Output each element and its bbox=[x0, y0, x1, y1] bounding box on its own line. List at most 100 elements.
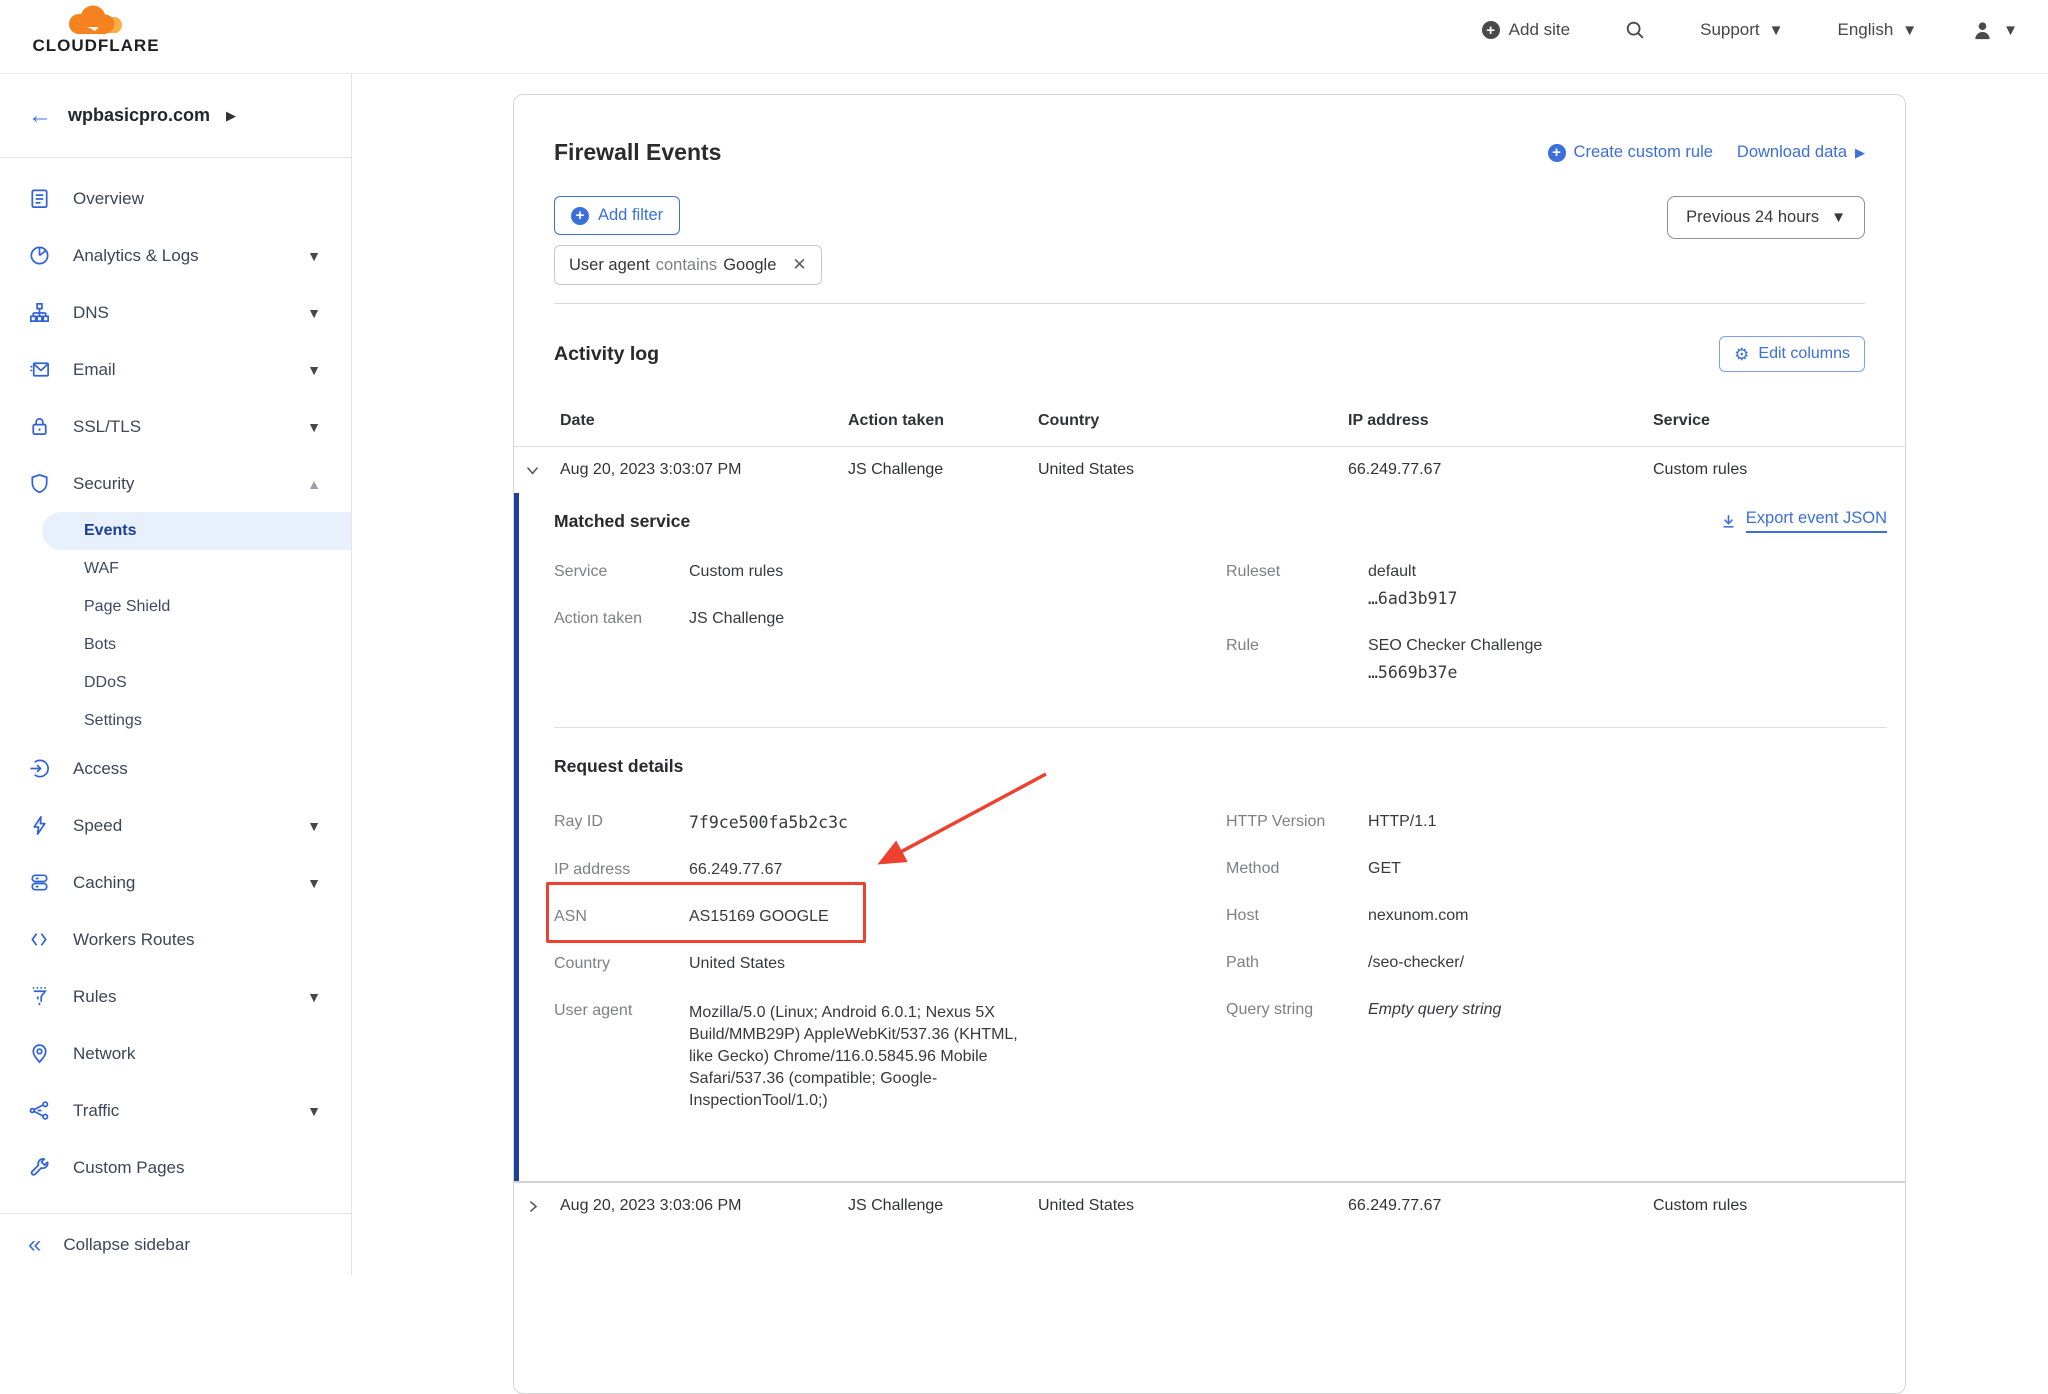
col-header-date: Date bbox=[560, 412, 595, 429]
host-field: Host nexunom.com bbox=[1226, 907, 1469, 924]
download-data-link[interactable]: Download data ▶ bbox=[1737, 143, 1865, 162]
table-row[interactable]: Aug 20, 2023 3:03:07 PM JS Challenge Uni… bbox=[514, 447, 1905, 493]
add-site-button[interactable]: + Add site bbox=[1481, 20, 1570, 40]
sidebar-item-dns[interactable]: DNS ▼ bbox=[0, 284, 351, 341]
chevron-right-icon[interactable] bbox=[524, 1198, 541, 1215]
sidebar-item-overview[interactable]: Overview bbox=[0, 170, 351, 227]
filter-value: Google bbox=[723, 255, 777, 274]
close-icon[interactable]: ✕ bbox=[792, 255, 806, 275]
sidebar-subitem-page-shield[interactable]: Page Shield bbox=[0, 588, 351, 626]
ray-id-field: Ray ID 7f9ce500fa5b2c3c bbox=[554, 813, 848, 832]
sidebar-subitem-waf[interactable]: WAF bbox=[0, 550, 351, 588]
sidebar-item-workers-routes[interactable]: Workers Routes bbox=[0, 911, 351, 968]
sidebar-item-rules[interactable]: Rules ▼ bbox=[0, 968, 351, 1025]
chevron-down-icon: ▼ bbox=[307, 817, 321, 834]
service-field: Service Custom rules bbox=[554, 563, 784, 580]
back-arrow-icon[interactable]: ← bbox=[28, 103, 52, 128]
cell-service: Custom rules bbox=[1653, 461, 1748, 478]
path-field: Path /seo-checker/ bbox=[1226, 954, 1465, 971]
cloudflare-logo[interactable]: CLOUDFLARE bbox=[20, 5, 172, 56]
triangle-right-icon: ▶ bbox=[1855, 144, 1865, 160]
funnel-icon bbox=[32, 987, 47, 1006]
cache-stack-icon bbox=[31, 874, 48, 891]
detail-divider bbox=[554, 727, 1887, 728]
domain-name: wpbasicpro.com bbox=[68, 105, 211, 125]
sidebar-item-caching[interactable]: Caching ▼ bbox=[0, 854, 351, 911]
pie-chart-icon bbox=[30, 246, 49, 265]
sidebar-subitem-settings[interactable]: Settings bbox=[0, 702, 351, 740]
chevron-up-icon: ▲ bbox=[307, 475, 321, 492]
col-header-service: Service bbox=[1653, 412, 1710, 429]
sidebar-nav: Overview Analytics & Logs ▼ DNS ▼ Email … bbox=[0, 158, 351, 1196]
method-field: Method GET bbox=[1226, 860, 1401, 877]
filter-chip[interactable]: User agent contains Google ✕ bbox=[554, 245, 822, 285]
sidebar-subitem-bots[interactable]: Bots bbox=[0, 626, 351, 664]
ruleset-id: …6ad3b917 bbox=[1368, 589, 1458, 608]
http-version-field: HTTP Version HTTP/1.1 bbox=[1226, 813, 1437, 830]
language-menu[interactable]: English ▼ bbox=[1838, 20, 1918, 40]
gear-icon: ⚙ bbox=[1734, 344, 1750, 364]
sidebar-item-speed[interactable]: Speed ▼ bbox=[0, 797, 351, 854]
plus-circle-icon: + bbox=[1547, 143, 1566, 162]
account-menu[interactable]: ▼ bbox=[1971, 19, 2018, 42]
sidebar-subitem-ddos[interactable]: DDoS bbox=[0, 664, 351, 702]
user-icon bbox=[1975, 21, 1990, 39]
query-string-field: Query string Empty query string bbox=[1226, 1001, 1502, 1018]
cell-ip: 66.249.77.67 bbox=[1348, 1197, 1442, 1215]
sidebar-item-ssl-tls[interactable]: SSL/TLS ▼ bbox=[0, 398, 351, 455]
col-header-action: Action taken bbox=[848, 412, 945, 429]
cell-date: Aug 20, 2023 3:03:07 PM bbox=[560, 461, 742, 478]
login-arrow-icon bbox=[30, 759, 49, 778]
sidebar-item-traffic[interactable]: Traffic ▼ bbox=[0, 1082, 351, 1139]
hierarchy-icon bbox=[30, 303, 49, 322]
edit-columns-button[interactable]: ⚙ Edit columns bbox=[1719, 336, 1865, 372]
activity-log-title: Activity log bbox=[554, 342, 660, 365]
create-custom-rule-link[interactable]: + Create custom rule bbox=[1547, 143, 1713, 162]
support-menu[interactable]: Support ▼ bbox=[1700, 20, 1783, 40]
chevron-down-icon: ▼ bbox=[307, 304, 321, 321]
plus-circle-icon: + bbox=[571, 206, 589, 225]
table-row[interactable]: Aug 20, 2023 3:03:06 PM JS Challenge Uni… bbox=[514, 1183, 1905, 1229]
table-header: Date Action taken Country IP address Ser… bbox=[514, 412, 1905, 447]
download-icon bbox=[1723, 514, 1734, 528]
angle-brackets-icon bbox=[31, 933, 47, 946]
cloudflare-wordmark: CLOUDFLARE bbox=[32, 35, 160, 55]
lock-icon bbox=[32, 418, 47, 436]
sidebar-subitem-events[interactable]: Events bbox=[42, 512, 351, 550]
chevron-right-icon[interactable]: ▶ bbox=[226, 108, 236, 124]
double-chevron-left-icon: « bbox=[28, 1230, 42, 1258]
collapse-sidebar-button[interactable]: « Collapse sidebar bbox=[0, 1213, 351, 1275]
ruleset-field: Ruleset default …6ad3b917 bbox=[1226, 563, 1458, 608]
sidebar-item-analytics[interactable]: Analytics & Logs ▼ bbox=[0, 227, 351, 284]
chevron-down-icon[interactable] bbox=[524, 462, 541, 479]
sidebar-item-network[interactable]: Network bbox=[0, 1025, 351, 1082]
sidebar-item-security[interactable]: Security ▲ bbox=[0, 455, 351, 512]
filter-field: User agent bbox=[569, 255, 650, 274]
asn-field: ASN AS15169 GOOGLE bbox=[546, 772, 1226, 943]
request-details-title: Request details bbox=[554, 756, 684, 776]
domain-row: ← wpbasicpro.com ▶ bbox=[0, 74, 351, 158]
sidebar-item-custom-pages[interactable]: Custom Pages bbox=[0, 1139, 351, 1196]
sidebar-item-access[interactable]: Access bbox=[0, 740, 351, 797]
clipboard-icon bbox=[31, 189, 48, 208]
time-range-dropdown[interactable]: Previous 24 hours ▼ bbox=[1667, 196, 1865, 239]
chevron-down-icon: ▼ bbox=[1902, 21, 1918, 39]
search-icon[interactable] bbox=[1624, 19, 1646, 41]
lightning-icon bbox=[33, 816, 46, 835]
country-field: Country United States bbox=[554, 955, 786, 972]
chevron-down-icon: ▼ bbox=[1831, 209, 1846, 226]
chevron-down-icon: ▼ bbox=[307, 247, 321, 264]
export-event-json-link[interactable]: Export event JSON bbox=[1720, 509, 1887, 533]
chevron-down-icon: ▼ bbox=[307, 874, 321, 891]
event-detail-panel: Matched service Export event JSON Servic… bbox=[514, 493, 1905, 1182]
add-filter-button[interactable]: + Add filter bbox=[554, 196, 681, 235]
chevron-down-icon: ▼ bbox=[1768, 21, 1784, 39]
cell-ip: 66.249.77.67 bbox=[1348, 461, 1442, 478]
sidebar-item-email[interactable]: Email ▼ bbox=[0, 341, 351, 398]
filter-operator: contains bbox=[655, 255, 718, 274]
top-bar: CLOUDFLARE + Add site Support ▼ English … bbox=[0, 0, 2048, 60]
action-taken-field: Action taken JS Challenge bbox=[554, 610, 785, 627]
cell-country: United States bbox=[1038, 1197, 1135, 1215]
user-agent-field: User agent Mozilla/5.0 (Linux; Android 6… bbox=[554, 1002, 1018, 1110]
plus-circle-icon: + bbox=[1481, 21, 1500, 39]
